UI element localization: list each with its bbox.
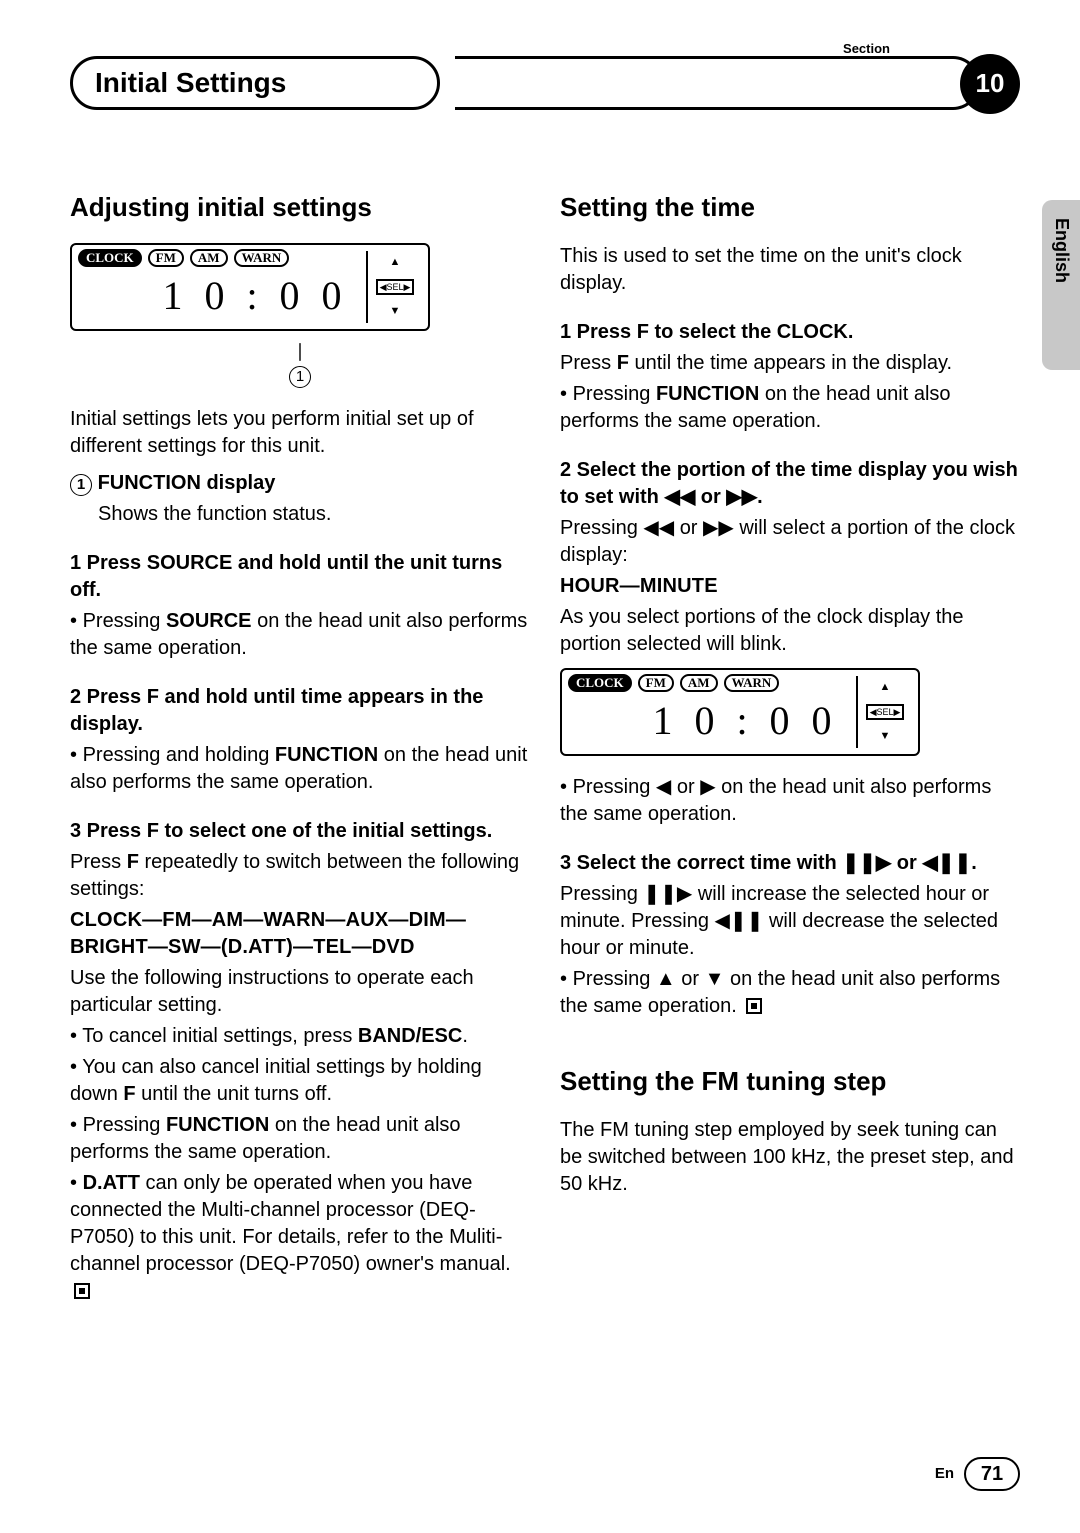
fm-step-p1: The FM tuning step employed by seek tuni… bbox=[560, 1117, 1020, 1198]
left-step1-bullet1: Pressing SOURCE on the head unit also pe… bbox=[70, 608, 530, 662]
right-step1-bullet1: Pressing FUNCTION on the head unit also … bbox=[560, 381, 1020, 435]
lcd2-label-fm: FM bbox=[638, 674, 674, 692]
right-step3: 3 Select the correct time with ❚❚▶ or ◀❚… bbox=[560, 850, 1020, 877]
lcd-side-panel: ▲ ◀SEL▶ ▼ bbox=[366, 251, 422, 323]
triangle-down-icon: ▼ bbox=[880, 729, 891, 744]
triangle-down-icon: ▼ bbox=[390, 304, 401, 319]
footer-lang-code: En bbox=[935, 1464, 954, 1484]
settings-sequence: CLOCK—FM—AM—WARN—AUX—DIM—BRIGHT—SW—(D.AT… bbox=[70, 907, 530, 961]
lcd2-label-clock: CLOCK bbox=[568, 674, 632, 692]
left-step1: 1 Press SOURCE and hold until the unit t… bbox=[70, 550, 530, 604]
right-step3-p1: Pressing ❚❚▶ will increase the selected … bbox=[560, 881, 1020, 962]
right-step1-p1: Press F until the time appears in the di… bbox=[560, 350, 1020, 377]
left-step2-bullet1: Pressing and holding FUNCTION on the hea… bbox=[70, 742, 530, 796]
heading-setting-time: Setting the time bbox=[560, 190, 1020, 225]
language-tab: English bbox=[1050, 218, 1074, 283]
callout-number: 1 bbox=[289, 366, 311, 388]
lcd-label-warn: WARN bbox=[234, 249, 290, 267]
left-step3: 3 Press F to select one of the initial s… bbox=[70, 818, 530, 845]
right-step2-p2: As you select portions of the clock disp… bbox=[560, 604, 1020, 658]
section-number: 10 bbox=[976, 66, 1005, 101]
lcd-label-fm: FM bbox=[148, 249, 184, 267]
left-step3-bullet4: D.ATT can only be operated when you have… bbox=[70, 1170, 530, 1305]
lcd-label-am: AM bbox=[190, 249, 228, 267]
right-step1: 1 Press F to select the CLOCK. bbox=[560, 319, 1020, 346]
section-number-bubble: 10 bbox=[960, 54, 1020, 114]
page-footer: En 71 bbox=[935, 1457, 1020, 1491]
left-step3-p2: Use the following instructions to operat… bbox=[70, 965, 530, 1019]
end-of-topic-icon bbox=[746, 998, 762, 1014]
lcd-illustration: CLOCK FM AM WARN 1 0 : 0 0 ▲ ◀SEL▶ ▼ ∣1 bbox=[70, 243, 530, 388]
section-stem bbox=[455, 56, 980, 110]
triangle-up-icon: ▲ bbox=[390, 255, 401, 270]
right-intro: This is used to set the time on the unit… bbox=[560, 243, 1020, 297]
left-step2: 2 Press F and hold until time appears in… bbox=[70, 684, 530, 738]
page-header: Section Initial Settings 10 bbox=[70, 40, 1020, 110]
left-step3-bullet2: You can also cancel initial settings by … bbox=[70, 1054, 530, 1108]
lcd-illustration-2: CLOCK FM AM WARN 1 0 : 0 0 ▲ ◀SEL▶ ▼ bbox=[560, 668, 1020, 756]
lcd-label-clock: CLOCK bbox=[78, 249, 142, 267]
triangle-up-icon: ▲ bbox=[880, 680, 891, 695]
section-label: Section bbox=[843, 40, 890, 58]
right-step2-p1: Pressing ◀◀ or ▶▶ will select a portion … bbox=[560, 515, 1020, 569]
heading-adjusting: Adjusting initial settings bbox=[70, 190, 530, 225]
right-step3-bullet1: Pressing ▲ or ▼ on the head unit also pe… bbox=[560, 966, 1020, 1020]
lcd-callout: ∣1 bbox=[70, 339, 530, 388]
end-of-topic-icon bbox=[74, 1283, 90, 1299]
page-number: 71 bbox=[964, 1457, 1020, 1491]
left-column: Adjusting initial settings CLOCK FM AM W… bbox=[70, 190, 530, 1309]
callout-body: Shows the function status. bbox=[70, 501, 530, 528]
page-title-pill: Initial Settings bbox=[70, 56, 440, 110]
lcd2-label-am: AM bbox=[680, 674, 718, 692]
lcd2-side-panel: ▲ ◀SEL▶ ▼ bbox=[856, 676, 912, 748]
lcd-sel-label: ◀SEL▶ bbox=[376, 279, 415, 295]
left-step3-p1: Press F repeatedly to switch between the… bbox=[70, 849, 530, 903]
right-column: Setting the time This is used to set the… bbox=[560, 190, 1020, 1309]
right-step2-bullet1: Pressing ◀ or ▶ on the head unit also pe… bbox=[560, 774, 1020, 828]
right-step2: 2 Select the portion of the time display… bbox=[560, 457, 1020, 511]
hour-minute-seq: HOUR—MINUTE bbox=[560, 573, 1020, 600]
lcd2-sel-label: ◀SEL▶ bbox=[866, 704, 905, 720]
left-intro: Initial settings lets you perform initia… bbox=[70, 406, 530, 460]
callout-function-display: 1 FUNCTION display bbox=[70, 470, 530, 497]
left-step3-bullet3: Pressing FUNCTION on the head unit also … bbox=[70, 1112, 530, 1166]
heading-fm-step: Setting the FM tuning step bbox=[560, 1064, 1020, 1099]
left-step3-bullet1: To cancel initial settings, press BAND/E… bbox=[70, 1023, 530, 1050]
lcd2-label-warn: WARN bbox=[724, 674, 780, 692]
page-title: Initial Settings bbox=[95, 64, 286, 102]
